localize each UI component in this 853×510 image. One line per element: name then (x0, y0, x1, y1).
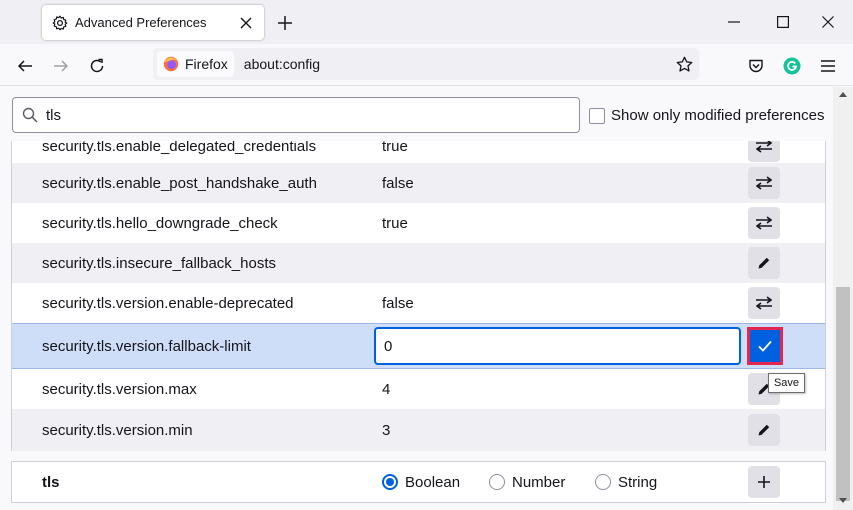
toggle-button[interactable] (748, 287, 780, 319)
preferences-table: security.tls.enable_delegated_credential… (11, 141, 826, 451)
maximize-icon[interactable] (768, 8, 798, 36)
firefox-logo-icon (163, 56, 179, 72)
tab-advanced-preferences[interactable]: Advanced Preferences (42, 5, 264, 40)
show-modified-label: Show only modified preferences (611, 107, 825, 124)
pref-name: security.tls.version.fallback-limit (42, 337, 251, 355)
identity-box[interactable]: Firefox (157, 51, 234, 77)
pocket-icon[interactable] (742, 52, 770, 80)
pref-value: 3 (382, 421, 391, 439)
window-close-icon[interactable] (813, 8, 843, 36)
pref-value: false (382, 294, 414, 312)
save-button[interactable] (748, 328, 782, 364)
add-button[interactable] (748, 466, 780, 498)
save-tooltip: Save (768, 373, 805, 393)
back-icon[interactable] (11, 52, 39, 80)
toggle-button[interactable] (748, 207, 780, 239)
add-preference-row: tls Boolean Number String (11, 461, 826, 503)
gear-icon (52, 15, 68, 31)
scroll-up-icon[interactable] (839, 91, 847, 97)
pref-name: security.tls.version.max (42, 380, 197, 398)
show-modified-checkbox[interactable] (589, 107, 605, 124)
search-input[interactable] (46, 106, 579, 124)
about-config-page: Show only modified preferences security.… (0, 87, 853, 510)
pref-name: security.tls.insecure_fallback_hosts (42, 254, 276, 272)
forward-icon[interactable] (47, 52, 75, 80)
grammarly-extension-icon[interactable] (778, 52, 806, 80)
pref-name: security.tls.enable_delegated_credential… (42, 141, 317, 155)
url-text[interactable]: about:config (244, 56, 669, 72)
pref-name: security.tls.enable_post_handshake_auth (42, 174, 317, 192)
reload-icon[interactable] (83, 52, 111, 80)
pref-name: security.tls.version.enable-deprecated (42, 294, 294, 312)
table-row-editing: security.tls.version.fallback-limit (12, 323, 825, 369)
new-tab-icon[interactable] (274, 12, 296, 34)
type-radio-boolean[interactable]: Boolean (382, 474, 460, 491)
type-radio-string[interactable]: String (595, 474, 657, 491)
radio-boolean[interactable] (382, 474, 398, 490)
close-tab-icon[interactable] (236, 13, 256, 33)
page-scrollbar[interactable] (833, 87, 853, 510)
scroll-down-icon[interactable] (839, 498, 847, 504)
bookmark-star-icon[interactable] (669, 49, 699, 79)
menu-icon[interactable] (814, 52, 842, 80)
pref-value: true (382, 214, 408, 232)
pref-name: security.tls.version.min (42, 421, 193, 439)
radio-number[interactable] (489, 474, 505, 490)
pref-value-edit-input[interactable] (374, 327, 741, 365)
search-icon (22, 107, 38, 123)
pref-value: 4 (382, 380, 391, 398)
pref-value: true (382, 141, 408, 155)
radio-number-label: Number (512, 473, 566, 491)
minimize-icon[interactable] (719, 8, 749, 36)
radio-string[interactable] (595, 474, 611, 490)
scroll-thumb[interactable] (836, 287, 850, 501)
new-pref-name: tls (42, 473, 60, 491)
edit-button[interactable] (748, 247, 780, 279)
show-modified-toggle[interactable]: Show only modified preferences (589, 107, 824, 124)
tab-strip: Advanced Preferences (0, 0, 853, 44)
toggle-button[interactable] (748, 141, 780, 162)
identity-label: Firefox (185, 56, 228, 72)
tab-title: Advanced Preferences (75, 15, 207, 30)
toggle-button[interactable] (748, 167, 780, 199)
table-row: security.tls.version.enable-deprecated f… (12, 283, 825, 323)
edit-button[interactable] (748, 414, 780, 446)
radio-boolean-label: Boolean (405, 473, 461, 491)
search-box[interactable] (12, 97, 580, 133)
table-row: security.tls.enable_post_handshake_auth … (12, 163, 825, 203)
table-row: security.tls.enable_delegated_credential… (12, 141, 825, 163)
table-row: security.tls.hello_downgrade_check true (12, 203, 825, 243)
radio-string-label: String (618, 473, 658, 491)
navigation-toolbar: Firefox about:config (0, 44, 853, 86)
table-row: security.tls.insecure_fallback_hosts (12, 243, 825, 283)
type-radio-number[interactable]: Number (489, 474, 565, 491)
pref-value: false (382, 174, 414, 192)
table-row: security.tls.version.max 4 (12, 369, 825, 409)
pref-name: security.tls.hello_downgrade_check (42, 214, 278, 232)
table-row: security.tls.version.min 3 (12, 409, 825, 451)
url-bar[interactable]: Firefox about:config (153, 48, 699, 80)
